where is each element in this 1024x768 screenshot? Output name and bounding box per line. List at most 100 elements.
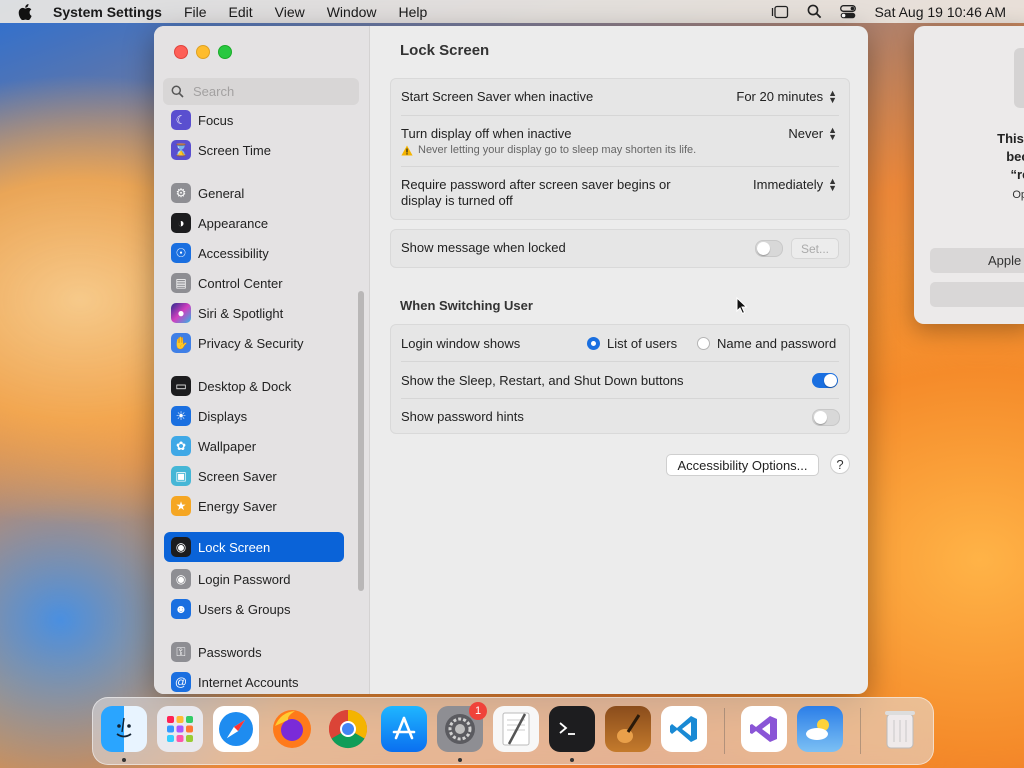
radio-list-of-users[interactable]: List of users xyxy=(587,336,677,351)
sidebar-item-screen-saver[interactable]: ▣ Screen Saver xyxy=(164,461,344,491)
password-hints-label: Show password hints xyxy=(401,409,524,424)
menu-file[interactable]: File xyxy=(184,4,207,20)
firefox-icon[interactable] xyxy=(269,706,315,752)
show-message-toggle[interactable] xyxy=(755,240,783,257)
sidebar-item-privacy-security[interactable]: ✋ Privacy & Security xyxy=(164,328,344,358)
sidebar-item-focus[interactable]: ☾ Focus xyxy=(164,108,344,135)
terminal-icon[interactable] xyxy=(549,706,595,752)
sidebar-item-wallpaper[interactable]: ✿ Wallpaper xyxy=(164,431,344,461)
screen-saver-icon: ▣ xyxy=(171,466,191,486)
accessibility-options-button[interactable]: Accessibility Options... xyxy=(666,454,819,476)
minimize-button[interactable] xyxy=(196,45,210,59)
page-title: Lock Screen xyxy=(400,42,490,59)
sun-icon: ☀ xyxy=(171,406,191,426)
sidebar-item-screen-time[interactable]: ⌛ Screen Time xyxy=(164,135,344,165)
appearance-icon: ◑ xyxy=(171,213,191,233)
search-input[interactable] xyxy=(191,83,355,100)
stage-manager-icon[interactable] xyxy=(771,5,789,19)
notification-badge: 1 xyxy=(469,702,487,720)
dialog-message: This Mac can because o “re57908 xyxy=(997,131,1024,182)
sidebar-list: ☾ Focus ⌛ Screen Time ⚙ General ◑ Appear… xyxy=(164,108,344,694)
mouse-cursor-icon xyxy=(736,297,748,315)
safari-icon[interactable] xyxy=(213,706,259,752)
show-message-group: Show message when locked Set... xyxy=(390,229,850,268)
sidebar-item-general[interactable]: ⚙ General xyxy=(164,178,344,208)
dock-icon: ▭ xyxy=(171,376,191,396)
sidebar-item-lock-screen[interactable]: ◉ Lock Screen xyxy=(164,532,344,562)
display-off-label: Turn display off when inactive xyxy=(401,126,572,141)
sidebar-item-siri-spotlight[interactable]: ● Siri & Spotlight xyxy=(164,298,344,328)
password-hints-toggle[interactable] xyxy=(812,409,840,426)
app-store-icon[interactable] xyxy=(381,706,427,752)
sleep-buttons-toggle[interactable] xyxy=(812,373,838,388)
search-icon xyxy=(171,85,184,98)
toggle-knob xyxy=(757,242,770,255)
running-indicator xyxy=(458,758,462,762)
menu-bar: System Settings File Edit View Window He… xyxy=(0,0,1024,23)
sidebar-item-internet-accounts[interactable]: @ Internet Accounts xyxy=(164,667,344,694)
sidebar-item-users-groups[interactable]: ☻ Users & Groups xyxy=(164,594,344,624)
dialog-apple-button[interactable]: Apple xyxy=(930,248,1024,273)
sleep-buttons-row: Show the Sleep, Restart, and Shut Down b… xyxy=(391,362,849,398)
radio-name-and-password[interactable]: Name and password xyxy=(697,336,836,351)
apple-menu-icon[interactable] xyxy=(18,3,32,20)
menu-view[interactable]: View xyxy=(275,4,305,20)
chrome-icon[interactable] xyxy=(325,706,371,752)
menu-help[interactable]: Help xyxy=(399,4,428,20)
dock-separator xyxy=(860,708,861,754)
radio-unselected-icon xyxy=(697,337,710,350)
sidebar-item-displays[interactable]: ☀ Displays xyxy=(164,401,344,431)
chevron-up-down-icon: ▲ ▼ xyxy=(828,175,837,193)
dock-separator xyxy=(724,708,725,754)
switching-user-group: Login window shows List of users Name an… xyxy=(390,324,850,434)
textedit-icon[interactable] xyxy=(493,706,539,752)
require-password-row: Require password after screen saver begi… xyxy=(391,167,849,217)
zoom-button[interactable] xyxy=(218,45,232,59)
trash-icon[interactable] xyxy=(877,706,923,752)
launchpad-icon[interactable] xyxy=(157,706,203,752)
display-warning: Never letting your display go to sleep m… xyxy=(401,144,696,156)
key-icon: ⚿ xyxy=(171,642,191,662)
screen-saver-group: Start Screen Saver when inactive For 20 … xyxy=(390,78,850,220)
siri-icon: ● xyxy=(171,303,191,323)
menu-app-name[interactable]: System Settings xyxy=(53,4,162,20)
vscode-icon[interactable] xyxy=(661,706,707,752)
alert-dialog: This Mac can because o “re57908 Open App… xyxy=(914,26,1024,324)
close-button[interactable] xyxy=(174,45,188,59)
sidebar-item-passwords[interactable]: ⚿ Passwords xyxy=(164,637,344,667)
sidebar-item-login-password[interactable]: ◉ Login Password xyxy=(164,564,344,594)
hand-icon: ✋ xyxy=(171,333,191,353)
display-off-popup[interactable]: Never ▲ ▼ xyxy=(788,125,837,141)
sidebar-item-energy-saver[interactable]: ★ Energy Saver xyxy=(164,491,344,521)
finder-icon[interactable] xyxy=(101,706,147,752)
garageband-icon[interactable] xyxy=(605,706,651,752)
require-password-popup[interactable]: Immediately ▲ ▼ xyxy=(753,175,837,193)
main-content: Lock Screen Start Screen Saver when inac… xyxy=(370,26,868,694)
password-hints-row: Show password hints xyxy=(391,399,849,433)
sidebar-item-accessibility[interactable]: ☉ Accessibility xyxy=(164,238,344,268)
dialog-icon xyxy=(1014,48,1024,108)
set-message-button[interactable]: Set... xyxy=(791,238,839,259)
sidebar-item-appearance[interactable]: ◑ Appearance xyxy=(164,208,344,238)
search-icon[interactable] xyxy=(807,4,822,19)
gear-icon: ⚙ xyxy=(171,183,191,203)
login-window-label: Login window shows xyxy=(401,336,521,351)
dialog-second-button[interactable] xyxy=(930,282,1024,307)
dialog-subtext: Open Appl thi xyxy=(1012,189,1024,201)
menu-clock[interactable]: Sat Aug 19 10:46 AM xyxy=(874,4,1006,20)
visual-studio-icon[interactable] xyxy=(741,706,787,752)
require-password-label: Require password after screen saver begi… xyxy=(401,177,671,208)
sidebar-scrollbar[interactable] xyxy=(358,291,364,591)
accessibility-icon: ☉ xyxy=(171,243,191,263)
weather-icon[interactable] xyxy=(797,706,843,752)
screen-saver-popup[interactable]: For 20 minutes ▲ ▼ xyxy=(736,88,837,104)
menu-edit[interactable]: Edit xyxy=(229,4,253,20)
sidebar-item-control-center[interactable]: ▤ Control Center xyxy=(164,268,344,298)
menu-window[interactable]: Window xyxy=(327,4,377,20)
sidebar-item-desktop-dock[interactable]: ▭ Desktop & Dock xyxy=(164,371,344,401)
sidebar-search[interactable] xyxy=(163,78,359,105)
control-center-icon[interactable] xyxy=(840,4,857,19)
radio-selected-icon xyxy=(587,337,600,350)
control-center-icon: ▤ xyxy=(171,273,191,293)
help-button[interactable]: ? xyxy=(830,454,850,474)
